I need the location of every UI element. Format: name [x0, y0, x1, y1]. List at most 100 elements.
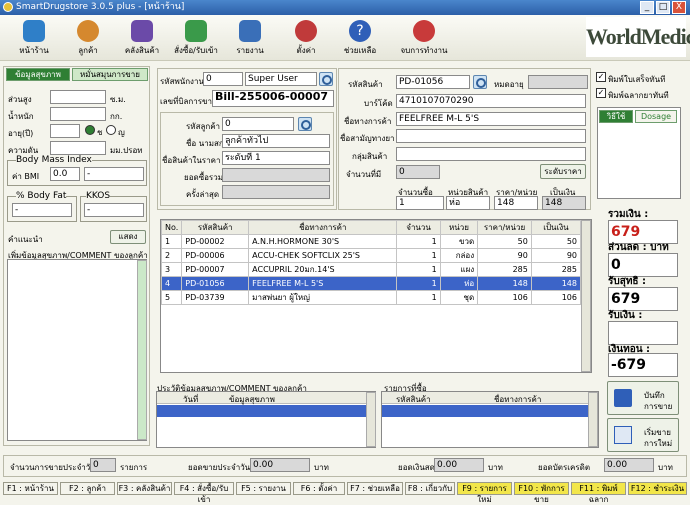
table-row[interactable]: 4 PD-01056 FEELFREE M-L 5'S 1 ห่อ 148 148 [160, 276, 582, 291]
fkey-f11[interactable]: F11 : พิมพ์ฉลาก [571, 482, 626, 504]
tab-sales-support[interactable]: หมั่นสมุนการขาย [72, 68, 148, 81]
staff-search-icon[interactable] [319, 72, 333, 86]
qty-input[interactable]: 1 [396, 196, 444, 210]
price-level-button[interactable]: ระดับราคา [540, 164, 586, 179]
app-icon [3, 2, 13, 12]
warehouse-icon [131, 20, 153, 42]
toolbar-report-button[interactable]: รายงาน [228, 18, 272, 60]
print-receipt-checkbox[interactable]: ✓ [596, 72, 606, 82]
table-row[interactable]: 2 PD-00006 ACCU-CHEK SOFTCLIX 25'S 1 กล่อง 90… [160, 248, 582, 263]
age-input[interactable] [50, 124, 80, 138]
fkey-f1[interactable]: F1 : หน้าร้าน [3, 482, 58, 495]
table-cell: FEELFREE M-L 5'S [248, 276, 398, 291]
pressure-input[interactable] [50, 141, 106, 155]
cart-icon [185, 20, 207, 42]
fkey-f12[interactable]: F12 : ชำระเงิน [628, 482, 687, 495]
customer-search-icon[interactable] [298, 117, 312, 131]
table-cell: 285 [530, 262, 582, 277]
table-cell: PD-03739 [181, 290, 250, 305]
staff-code-input[interactable]: 0 [203, 72, 243, 86]
customer-code-label: รหัสลูกค้า [186, 122, 221, 131]
table-cell: PD-00007 [181, 262, 250, 277]
fkey-f2[interactable]: F2 : ลูกค้า [60, 482, 115, 495]
pressure-unit: มม.ปรอท [110, 146, 143, 155]
table-cell: 1 [396, 290, 441, 305]
table-cell: PD-01056 [181, 276, 250, 291]
height-input[interactable] [50, 90, 106, 104]
bmi-group-label: Body Mass Index [16, 155, 92, 165]
save-sale-button[interactable]: บันทึก การขาย [607, 381, 679, 415]
gender-male-label: ช [97, 128, 103, 137]
tab-usage[interactable]: วิธีใช้ [599, 110, 633, 123]
table-row[interactable]: 1 PD-00002 A.N.H.HORMONE 30'S 1 ขวด 50 50 [160, 234, 582, 249]
items-scrollbar[interactable] [581, 220, 591, 372]
fkey-f4[interactable]: F4 : สั่งซื้อ/รับเข้า [174, 482, 234, 504]
report-icon [239, 20, 261, 42]
last-items-header: รหัสสินค้า ชื่อทางการค้า [382, 392, 598, 404]
product-code-input[interactable]: PD-01056 [396, 75, 470, 89]
table-cell: ห่อ [439, 276, 479, 291]
fkey-f7[interactable]: F7 : ช่วยเหลือ [347, 482, 403, 495]
last-items-selected-row[interactable] [382, 405, 598, 417]
table-cell: 148 [477, 276, 532, 291]
expiry-value [528, 75, 588, 89]
table-cell: มาสพ่นยา ผู้ใหญ่ [248, 290, 398, 305]
toolbar-help-button[interactable]: ? ช่วยเหลือ [336, 18, 384, 60]
sales-count: 0 [90, 458, 116, 472]
print-label-checkbox[interactable]: ✓ [596, 88, 606, 98]
gender-female-radio[interactable] [106, 125, 116, 135]
toolbar-store-button[interactable]: หน้าร้าน [10, 18, 58, 60]
bmi-result: - [84, 167, 144, 181]
unit-select[interactable]: ห่อ [446, 196, 490, 210]
fkey-f5[interactable]: F5 : รายงาน [236, 482, 291, 495]
tab-dosage[interactable]: Dosage [635, 110, 677, 123]
toolbar-warehouse-button[interactable]: คลังสินค้า [118, 18, 166, 60]
barcode-input[interactable]: 4710107070290 [396, 94, 586, 108]
group-value [396, 147, 586, 161]
fkey-f6[interactable]: F6 : ตั้งค่า [293, 482, 345, 495]
fkey-f8[interactable]: F8 : เกี่ยวกับ [405, 482, 455, 495]
table-cell: 1 [396, 234, 441, 249]
minimize-button[interactable]: _ [640, 1, 654, 14]
last-items-scrollbar[interactable] [588, 392, 598, 447]
sales-count-label: จำนวนการขายประจำวัน [10, 463, 96, 472]
maximize-button[interactable]: □ [656, 1, 670, 14]
close-button[interactable]: X [672, 1, 686, 14]
staff-name: Super User [245, 72, 317, 86]
table-row[interactable]: 5 PD-03739 มาสพ่นยา ผู้ใหญ่ 1 ชุด 106 106 [160, 290, 582, 305]
comment-textarea[interactable] [7, 259, 147, 441]
print-label-label: พิมพ์ฉลากยาทันที [608, 91, 669, 100]
items-col-header: ชื่อทางการค้า [248, 220, 398, 235]
new-sale-button[interactable]: เริ่มขาย การใหม่ [607, 418, 679, 452]
table-cell: 2 [160, 248, 183, 263]
bill-label: เลขที่บิลการขาย [160, 97, 217, 106]
history-scrollbar[interactable] [366, 392, 376, 447]
product-search-icon[interactable] [473, 75, 487, 89]
title-bar: SmartDrugstore 3.0.5 plus - [หน้าร้าน] _… [0, 0, 690, 15]
history-selected-row[interactable] [157, 405, 375, 417]
cash-label: ยอดเงินสด [398, 463, 435, 472]
table-cell: 50 [530, 234, 582, 249]
toolbar-customers-button[interactable]: ลูกค้า [66, 18, 110, 60]
customer-code-input[interactable]: 0 [222, 117, 294, 131]
comment-scrollbar[interactable] [137, 260, 147, 440]
table-row[interactable]: 3 PD-00007 ACCUPRIL 20มก.14'S 1 แผง 285 285 [160, 262, 582, 277]
gender-male-radio[interactable] [85, 125, 95, 135]
stock-value: 0 [396, 165, 440, 179]
customer-level-label: ชื่อสินค้าในราคา [162, 156, 221, 165]
toolbar-purchase-button[interactable]: สั่งซื้อ/รับเข้า [170, 18, 222, 60]
table-cell: ACCUPRIL 20มก.14'S [248, 262, 398, 277]
show-suggest-button[interactable]: แสดง [110, 230, 146, 244]
credit-total: 0.00 [604, 458, 654, 472]
table-cell: 50 [477, 234, 532, 249]
fkey-f10[interactable]: F10 : พักการขาย [514, 482, 569, 504]
fkey-f3[interactable]: F3 : คลังสินค้า [117, 482, 172, 495]
main-toolbar: หน้าร้าน ลูกค้า คลังสินค้า สั่งซื้อ/รับเ… [0, 15, 690, 61]
weight-input[interactable] [50, 107, 106, 121]
fkey-f9[interactable]: F9 : รายการใหม่ [457, 482, 512, 504]
save-icon [614, 389, 632, 407]
tab-health-info[interactable]: ข้อมูลสุขภาพ [6, 68, 70, 81]
unit-price-input[interactable]: 148 [494, 196, 538, 210]
toolbar-exit-button[interactable]: จบการทำงาน [396, 18, 452, 60]
toolbar-settings-button[interactable]: ตั้งค่า [284, 18, 328, 60]
